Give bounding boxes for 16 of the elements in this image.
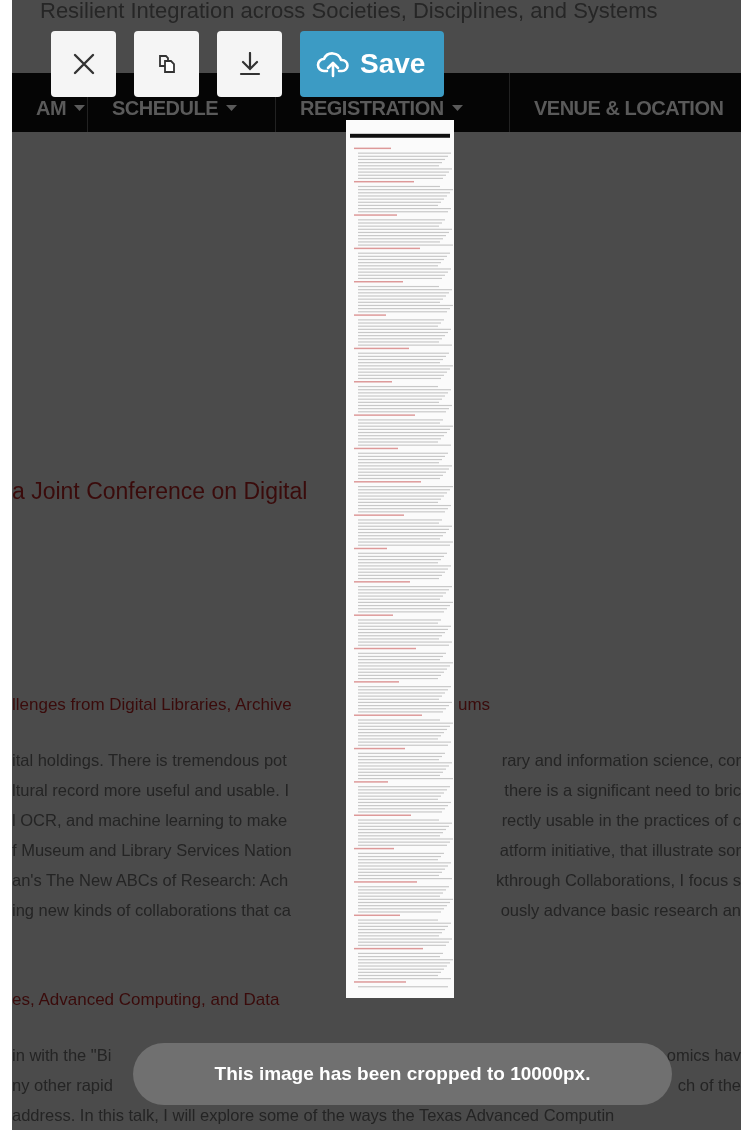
- nav-item[interactable]: SCHEDULE: [112, 98, 237, 118]
- download-icon: [238, 52, 261, 76]
- section-heading: llenges from Digital Libraries, Archive: [12, 695, 292, 715]
- section-title: a Joint Conference on Digital: [12, 478, 308, 504]
- close-icon: [72, 53, 95, 75]
- nav-item[interactable]: AM: [36, 98, 86, 118]
- cloud-upload-icon: [316, 50, 350, 78]
- section-heading: ums: [458, 694, 491, 717]
- save-button[interactable]: Save: [300, 31, 444, 97]
- copy-icon: [158, 55, 175, 73]
- close-button[interactable]: [51, 31, 116, 97]
- copy-button[interactable]: [134, 31, 199, 97]
- nav-item[interactable]: VENUE & LOCATION: [534, 98, 724, 118]
- download-button[interactable]: [217, 31, 282, 97]
- nav-item[interactable]: REGISTRATION: [300, 98, 463, 118]
- section-heading: es, Advanced Computing, and Data: [12, 990, 280, 1010]
